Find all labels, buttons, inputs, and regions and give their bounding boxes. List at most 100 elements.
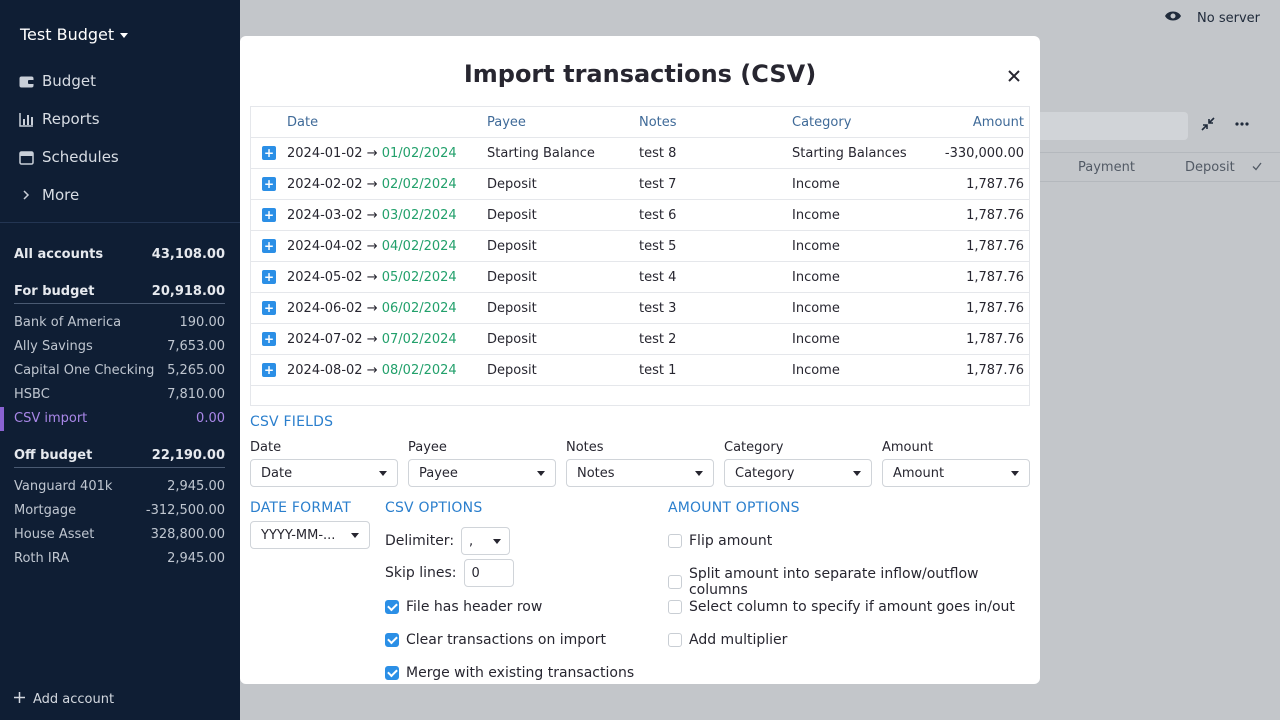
table-row: + 2024-08-02 → 08/02/2024 Deposit test 1… [251, 355, 1029, 386]
amount-cell: 1,787.76 [966, 362, 1024, 378]
add-row-checkbox[interactable]: + [262, 363, 276, 377]
table-row: + 2024-05-02 → 05/02/2024 Deposit test 4… [251, 262, 1029, 293]
account-item[interactable]: Ally Savings 7,653.00 [14, 334, 225, 358]
select-value: , [469, 533, 474, 549]
more-options-icon[interactable] [1234, 116, 1250, 136]
add-account-label: Add account [33, 692, 115, 707]
add-row-checkbox[interactable]: + [262, 208, 276, 222]
account-item[interactable]: Mortgage -312,500.00 [14, 498, 225, 522]
transactions-header: Payment Deposit [1030, 152, 1280, 182]
payment-column-header[interactable]: Payment [1078, 160, 1135, 175]
arrow-icon: → [366, 331, 378, 347]
account-item[interactable]: Capital One Checking 5,265.00 [14, 358, 225, 382]
split-amount-checkbox[interactable] [668, 575, 682, 589]
flip-amount-checkbox[interactable] [668, 534, 682, 548]
search-input[interactable] [1020, 112, 1188, 140]
amount-field-select[interactable]: Amount [882, 459, 1030, 487]
merge-transactions-checkbox[interactable] [385, 666, 399, 680]
category-cell: Income [792, 207, 840, 223]
add-row-checkbox[interactable]: + [262, 146, 276, 160]
account-item[interactable]: HSBC 7,810.00 [14, 382, 225, 406]
account-name: HSBC [14, 386, 50, 402]
sidebar-item-label: Schedules [42, 148, 119, 166]
close-icon [1008, 70, 1020, 82]
category-cell: Income [792, 269, 840, 285]
select-column-checkbox[interactable] [668, 600, 682, 614]
add-row-checkbox[interactable]: + [262, 239, 276, 253]
payee-field-select[interactable]: Payee [408, 459, 556, 487]
header-row-option[interactable]: File has header row [385, 599, 542, 615]
payee-cell: Deposit [487, 300, 537, 316]
account-item[interactable]: House Asset 328,800.00 [14, 522, 225, 546]
select-value: Date [261, 465, 293, 481]
for-budget-group[interactable]: For budget 20,918.00 [14, 280, 225, 304]
caret-down-icon [120, 33, 129, 38]
delimiter-select[interactable]: , [461, 527, 511, 555]
sidebar-item-schedules[interactable]: Schedules [18, 138, 228, 176]
amount-cell: 1,787.76 [966, 300, 1024, 316]
parsed-date: 03/02/2024 [381, 207, 457, 223]
sidebar-item-more[interactable]: More [18, 176, 228, 214]
arrow-icon: → [366, 362, 378, 378]
account-item[interactable]: Roth IRA 2,945.00 [14, 546, 225, 570]
budget-name-menu[interactable]: Test Budget [20, 25, 129, 44]
account-balance: 0.00 [196, 410, 225, 426]
raw-date: 2024-05-02 [287, 269, 363, 285]
add-account-button[interactable]: Add account [14, 692, 114, 707]
category-cell: Starting Balances [792, 145, 907, 161]
chevron-right-icon [18, 187, 34, 203]
merge-transactions-option[interactable]: Merge with existing transactions [385, 665, 634, 681]
add-row-checkbox[interactable]: + [262, 301, 276, 315]
topbar: No server [1165, 10, 1260, 26]
account-list: All accounts 43,108.00 For budget 20,918… [14, 242, 225, 570]
all-accounts[interactable]: All accounts 43,108.00 [14, 242, 225, 266]
dropdown-arrow-icon [493, 539, 502, 544]
off-budget-balance: 22,190.00 [151, 448, 225, 463]
plus-icon [14, 692, 25, 707]
header-row-checkbox[interactable] [385, 600, 399, 614]
clear-transactions-option[interactable]: Clear transactions on import [385, 632, 606, 648]
off-budget-group[interactable]: Off budget 22,190.00 [14, 444, 225, 468]
clear-transactions-checkbox[interactable] [385, 633, 399, 647]
sidebar-item-reports[interactable]: Reports [18, 100, 228, 138]
arrow-icon: → [366, 207, 378, 223]
close-button[interactable] [1004, 66, 1024, 86]
field-label-amount: Amount [882, 440, 934, 455]
sidebar-item-budget[interactable]: Budget [18, 62, 228, 100]
account-name: Mortgage [14, 502, 77, 518]
sidebar-item-label: Reports [42, 110, 100, 128]
csv-fields-heading: CSV FIELDS [250, 414, 334, 430]
add-multiplier-checkbox[interactable] [668, 633, 682, 647]
select-column-option[interactable]: Select column to specify if amount goes … [668, 599, 1015, 615]
eye-icon[interactable] [1165, 10, 1182, 26]
category-field-select[interactable]: Category [724, 459, 872, 487]
account-item-selected[interactable]: CSV import 0.00 [14, 406, 225, 430]
account-item[interactable]: Bank of America 190.00 [14, 310, 225, 334]
account-item[interactable]: Vanguard 401k 2,945.00 [14, 474, 225, 498]
add-row-checkbox[interactable]: + [262, 177, 276, 191]
skip-lines-input[interactable]: 0 [463, 559, 514, 587]
option-label: Select column to specify if amount goes … [689, 599, 1015, 615]
amount-cell: -330,000.00 [944, 145, 1024, 161]
date-field-select[interactable]: Date [250, 459, 398, 487]
parsed-date: 02/02/2024 [381, 176, 457, 192]
flip-amount-option[interactable]: Flip amount [668, 533, 772, 549]
split-amount-option[interactable]: Split amount into separate inflow/outflo… [668, 566, 1040, 598]
date-format-select[interactable]: YYYY-MM-... [250, 521, 370, 549]
skip-lines-label: Skip lines: [385, 565, 457, 581]
option-label: Clear transactions on import [406, 632, 607, 648]
option-label: File has header row [406, 599, 543, 615]
check-icon[interactable] [1252, 160, 1262, 175]
add-row-checkbox[interactable]: + [262, 332, 276, 346]
notes-field-select[interactable]: Notes [566, 459, 714, 487]
account-balance: -312,500.00 [145, 502, 225, 518]
import-csv-modal: Import transactions (CSV) Date Payee Not… [240, 36, 1040, 684]
collapse-icon[interactable] [1200, 116, 1216, 136]
sidebar: Test Budget Budget Reports Schedules Mor… [0, 0, 240, 720]
table-row: + 2024-04-02 → 04/02/2024 Deposit test 5… [251, 231, 1029, 262]
deposit-column-header[interactable]: Deposit [1185, 160, 1235, 175]
account-balance: 7,653.00 [167, 338, 225, 354]
add-multiplier-option[interactable]: Add multiplier [668, 632, 787, 648]
add-row-checkbox[interactable]: + [262, 270, 276, 284]
server-status[interactable]: No server [1197, 11, 1260, 26]
